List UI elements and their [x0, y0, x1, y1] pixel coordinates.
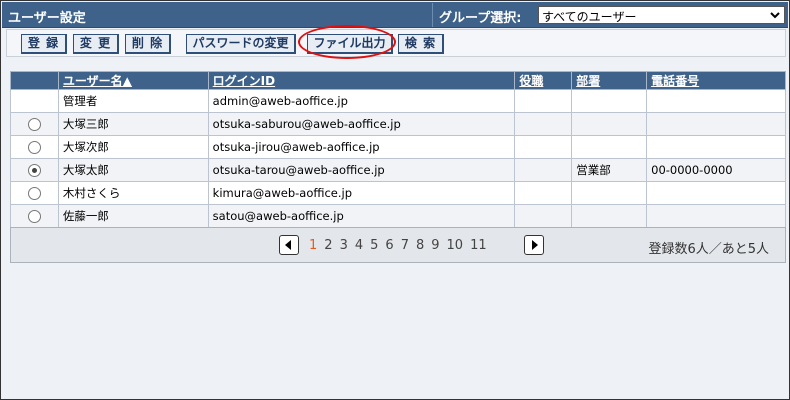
cell-title — [514, 135, 573, 159]
cell-department — [571, 89, 648, 113]
column-header-username[interactable]: ユーザー名▲ — [57, 71, 209, 90]
cell-login-id: otsuka-tarou@aweb-aoffice.jp — [207, 158, 516, 182]
user-list-panel: ユーザー名▲ ログインID 役職 部署 電話番号 管理者 admin@aweb-… — [10, 71, 786, 264]
cell-login-id: otsuka-saburou@aweb-aoffice.jp — [207, 112, 516, 136]
cell-username: 大塚三郎 — [57, 112, 209, 136]
group-selector: グループ選択: すべてのユーザー — [432, 3, 788, 27]
row-select-cell — [10, 181, 59, 205]
title-bar: ユーザー設定 グループ選択: すべてのユーザー — [2, 2, 788, 28]
cell-title — [514, 89, 573, 113]
cell-department: 営業部 — [571, 158, 648, 182]
column-header-phone[interactable]: 電話番号 — [646, 71, 786, 90]
row-radio[interactable] — [27, 210, 41, 223]
toolbar: 登 録 変 更 削 除 パスワードの変更 ファイル出力 検 索 — [6, 29, 786, 57]
prev-page-button[interactable] — [279, 235, 299, 255]
table-row[interactable]: 大塚次郎 otsuka-jirou@aweb-aoffice.jp — [10, 135, 786, 159]
prev-page-icon — [285, 240, 291, 250]
row-select-cell — [10, 204, 59, 228]
page-link[interactable]: 7 — [401, 238, 409, 253]
page-numbers: 1 2 3 4 5 6 7 8 9 10 11 — [309, 238, 494, 256]
registration-count: 登録数6人／あと5人 — [648, 242, 769, 257]
column-header-department[interactable]: 部署 — [571, 71, 648, 90]
cell-department — [571, 135, 648, 159]
change-password-button[interactable]: パスワードの変更 — [186, 34, 296, 54]
group-select-value: すべてのユーザー — [542, 10, 637, 24]
column-header-select — [10, 71, 59, 90]
edit-button[interactable]: 変 更 — [73, 34, 119, 54]
page-title: ユーザー設定 — [8, 11, 86, 26]
next-page-icon — [532, 240, 538, 250]
cell-title — [514, 204, 573, 228]
cell-phone — [646, 112, 786, 136]
table-row[interactable]: 大塚太郎 otsuka-tarou@aweb-aoffice.jp 営業部 00… — [10, 158, 786, 182]
cell-department — [571, 204, 648, 228]
cell-username: 大塚太郎 — [57, 158, 209, 182]
delete-button[interactable]: 削 除 — [125, 34, 171, 54]
cell-title — [514, 158, 573, 182]
search-button[interactable]: 検 索 — [398, 34, 444, 54]
page-link[interactable]: 2 — [324, 238, 332, 253]
row-select-cell — [10, 135, 59, 159]
table-header-row: ユーザー名▲ ログインID 役職 部署 電話番号 — [10, 71, 786, 90]
cell-title — [514, 112, 573, 136]
cell-username: 佐藤一郎 — [57, 204, 209, 228]
pagination-bar: 1 2 3 4 5 6 7 8 9 10 11 登録数6人／あと5人 — [10, 227, 786, 263]
group-select[interactable]: すべてのユーザー — [538, 6, 785, 24]
cell-login-id: otsuka-jirou@aweb-aoffice.jp — [207, 135, 516, 159]
page-link[interactable]: 5 — [370, 238, 378, 253]
next-page-button[interactable] — [524, 235, 544, 255]
user-table: ユーザー名▲ ログインID 役職 部署 電話番号 管理者 admin@aweb-… — [10, 71, 786, 228]
row-radio[interactable] — [27, 118, 41, 131]
cell-login-id: admin@aweb-aoffice.jp — [207, 89, 516, 113]
group-select-label: グループ選択: — [439, 11, 522, 26]
cell-username: 管理者 — [57, 89, 209, 113]
row-select-cell — [10, 158, 59, 182]
cell-department — [571, 112, 648, 136]
table-row[interactable]: 佐藤一郎 satou@aweb-aoffice.jp — [10, 204, 786, 228]
cell-username: 木村さくら — [57, 181, 209, 205]
page-link[interactable]: 11 — [470, 238, 487, 253]
cell-phone — [646, 135, 786, 159]
row-radio[interactable] — [27, 187, 41, 200]
cell-login-id: satou@aweb-aoffice.jp — [207, 204, 516, 228]
page-link[interactable]: 9 — [431, 238, 439, 253]
table-row[interactable]: 管理者 admin@aweb-aoffice.jp — [10, 89, 786, 113]
cell-department — [571, 181, 648, 205]
column-header-login-id[interactable]: ログインID — [207, 71, 516, 90]
cell-phone — [646, 204, 786, 228]
cell-phone — [646, 181, 786, 205]
page-link[interactable]: 6 — [385, 238, 393, 253]
cell-title — [514, 181, 573, 205]
column-header-title[interactable]: 役職 — [514, 71, 573, 90]
row-radio-selected[interactable] — [27, 164, 41, 177]
cell-phone — [646, 89, 786, 113]
cell-username: 大塚次郎 — [57, 135, 209, 159]
cell-login-id: kimura@aweb-aoffice.jp — [207, 181, 516, 205]
user-settings-window: ユーザー設定 グループ選択: すべてのユーザー 登 録 変 更 削 除 パスワー… — [0, 0, 790, 400]
table-row[interactable]: 木村さくら kimura@aweb-aoffice.jp — [10, 181, 786, 205]
row-radio[interactable] — [27, 141, 41, 154]
chevron-down-icon — [770, 12, 780, 19]
page-link-current[interactable]: 1 — [309, 238, 317, 253]
cell-phone: 00-0000-0000 — [646, 158, 786, 182]
table-row[interactable]: 大塚三郎 otsuka-saburou@aweb-aoffice.jp — [10, 112, 786, 136]
register-button[interactable]: 登 録 — [21, 34, 67, 54]
file-export-button[interactable]: ファイル出力 — [307, 34, 393, 54]
row-select-cell — [10, 112, 59, 136]
page-link[interactable]: 4 — [355, 238, 363, 253]
page-link[interactable]: 8 — [416, 238, 424, 253]
row-select-cell — [10, 89, 59, 113]
page-link[interactable]: 3 — [340, 238, 348, 253]
page-link[interactable]: 10 — [447, 238, 464, 253]
